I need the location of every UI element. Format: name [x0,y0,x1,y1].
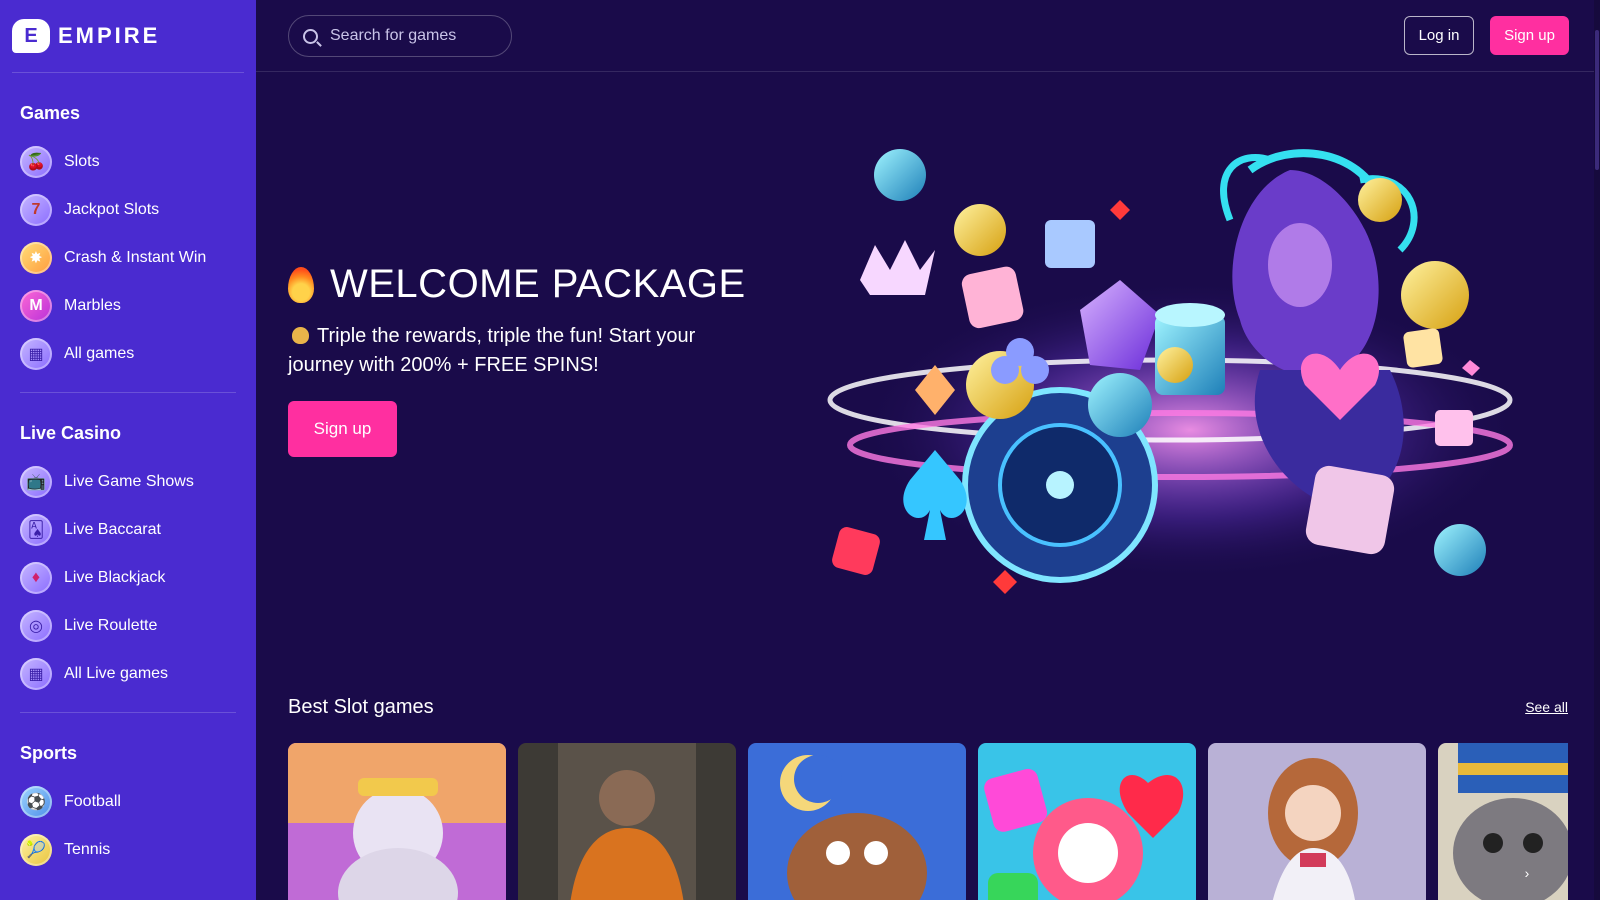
hero-description: Triple the rewards, triple the fun! Star… [288,325,696,376]
sidebar-section-games: Games [20,103,81,123]
sidebar-item-slots[interactable]: 🍒 Slots [0,138,256,186]
brand-name: EMPIRE [58,23,161,48]
sidebar-item-marbles[interactable]: M Marbles [0,282,256,330]
slot-games-carousel: › [288,743,1568,900]
search-box[interactable] [288,15,512,57]
slot-game-thumbnail [1438,743,1568,900]
sidebar-item-live-game-shows[interactable]: 📺 Live Game Shows [0,458,256,506]
card-icon: ♦ [20,562,52,594]
see-all-link[interactable]: See all [1525,699,1568,715]
grid-icon: ▦ [20,658,52,690]
sidebar-item-live-roulette[interactable]: ◎ Live Roulette [0,602,256,650]
sidebar-divider [20,392,236,393]
slot-game-card[interactable] [1208,743,1426,900]
sidebar-item-all-live-games[interactable]: ▦ All Live games [0,650,256,698]
page-scrollbar[interactable] [1594,0,1600,900]
hero-signup-button[interactable]: Sign up [288,401,397,457]
login-button[interactable]: Log in [1404,16,1474,55]
cards-icon: 🂡 [20,514,52,546]
sidebar-item-label: Live Blackjack [64,569,166,586]
sidebar-item-label: Slots [64,153,100,170]
sidebar-item-crash-instant-win[interactable]: ✸ Crash & Instant Win [0,234,256,282]
sidebar-item-label: Crash & Instant Win [64,249,207,266]
slot-game-card[interactable] [978,743,1196,900]
sidebar-item-label: Marbles [64,297,121,314]
hero-description-block: Triple the rewards, triple the fun! Star… [288,322,728,380]
slot-game-card[interactable] [288,743,506,900]
sidebar-item-all-games[interactable]: ▦ All games [0,330,256,378]
sidebar: E EMPIRE Games 🍒 Slots 7 Jackpot Slots ✸… [0,0,256,900]
flame-icon [288,266,314,303]
logo-mark-icon: E [12,19,50,53]
hero-illustration-graphic [827,149,1520,594]
slot-game-card[interactable] [1438,743,1568,900]
sidebar-item-label: Live Roulette [64,617,158,634]
sidebar-item-jackpot-slots[interactable]: 7 Jackpot Slots [0,186,256,234]
sidebar-section-live-casino: Live Casino [20,423,122,443]
sidebar-item-label: Football [64,793,121,810]
scrollbar-thumb[interactable] [1595,30,1599,170]
slot-game-card[interactable] [748,743,966,900]
best-slots-title: Best Slot games [288,696,434,718]
explosion-icon: ✸ [20,242,52,274]
carousel-next-button[interactable]: › [1520,866,1534,880]
top-bar: Log in Sign up [256,0,1600,72]
hero-illustration [820,130,1540,620]
signup-button[interactable]: Sign up [1490,16,1569,55]
sidebar-item-label: Tennis [64,841,111,858]
grid-icon: ▦ [20,338,52,370]
tennis-icon: 🎾 [20,834,52,866]
hero-title: WELCOME PACKAGE [330,262,746,306]
sidebar-item-tennis[interactable]: 🎾 Tennis [0,826,256,874]
sidebar-item-label: Live Baccarat [64,521,161,538]
sidebar-item-label: All games [64,345,135,362]
seven-icon: 7 [20,194,52,226]
football-icon: ⚽ [20,786,52,818]
roulette-icon: ◎ [20,610,52,642]
sidebar-item-football[interactable]: ⚽ Football [0,778,256,826]
money-bag-icon [292,327,309,344]
slot-game-thumbnail [288,743,506,900]
slot-game-thumbnail [978,743,1196,900]
cherries-icon: 🍒 [20,146,52,178]
slot-game-thumbnail [748,743,966,900]
sidebar-divider [20,712,236,713]
sidebar-item-live-blackjack[interactable]: ♦ Live Blackjack [0,554,256,602]
tv-icon: 📺 [20,466,52,498]
search-icon [303,28,318,44]
sidebar-item-label: Live Game Shows [64,473,194,490]
sidebar-section-sports: Sports [20,743,78,763]
sidebar-item-label: All Live games [64,665,169,682]
marbles-icon: M [20,290,52,322]
slot-game-card[interactable] [518,743,736,900]
sidebar-item-live-baccarat[interactable]: 🂡 Live Baccarat [0,506,256,554]
brand-logo[interactable]: E EMPIRE [0,0,256,56]
sidebar-divider [12,72,244,73]
slot-game-thumbnail [518,743,736,900]
search-input[interactable] [328,26,502,46]
hero-heading: WELCOME PACKAGE [288,262,746,307]
sidebar-item-label: Jackpot Slots [64,201,160,218]
slot-game-thumbnail [1208,743,1426,900]
